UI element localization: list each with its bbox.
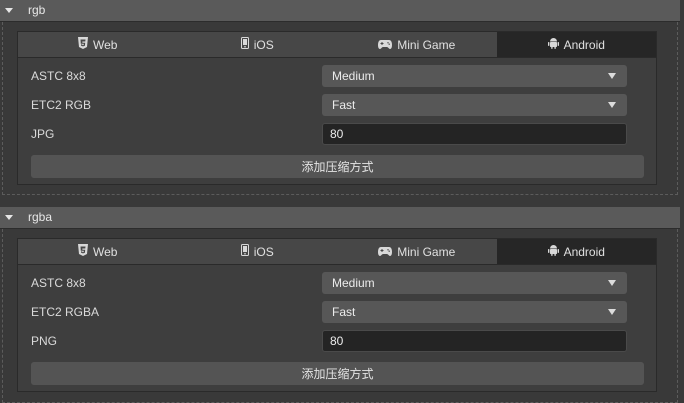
section-title: rgba — [28, 210, 53, 224]
astc-quality-select[interactable]: Medium — [322, 272, 627, 294]
tab-label: iOS — [253, 244, 274, 259]
tab-ios[interactable]: iOS — [178, 239, 338, 264]
setting-label: ETC2 RGBA — [31, 305, 100, 319]
add-compression-button[interactable]: 添加压缩方式 — [31, 155, 644, 178]
setting-label: ASTC 8x8 — [31, 69, 86, 83]
platform-tabs: Web iOS Mini Game Android — [18, 239, 656, 265]
tab-label: Web — [93, 244, 118, 259]
setting-label: ETC2 RGB — [31, 98, 92, 112]
tab-label: Android — [563, 244, 605, 259]
collapse-caret-icon[interactable] — [5, 215, 13, 220]
tab-web[interactable]: Web — [18, 239, 178, 264]
setting-row-etc2: ETC2 RGBA Fast — [18, 300, 656, 324]
etc2-quality-select[interactable]: Fast — [322, 94, 627, 116]
tab-mini-game[interactable]: Mini Game — [337, 32, 497, 57]
setting-row-png: PNG — [18, 329, 656, 353]
setting-row-jpg: JPG — [18, 122, 656, 146]
setting-label: ASTC 8x8 — [31, 276, 86, 290]
setting-label: PNG — [31, 334, 58, 348]
html5-icon — [78, 244, 89, 259]
select-value: Medium — [332, 69, 375, 83]
dropdown-arrow-icon — [608, 280, 616, 286]
section-header-rgb[interactable]: rgb — [0, 0, 680, 22]
tab-android[interactable]: Android — [496, 239, 656, 264]
section-header-rgba[interactable]: rgba — [0, 207, 680, 229]
tab-web[interactable]: Web — [18, 32, 178, 57]
setting-row-etc2: ETC2 RGB Fast — [18, 93, 656, 117]
dropdown-arrow-icon — [608, 102, 616, 108]
dropdown-arrow-icon — [608, 73, 616, 79]
tab-label: Web — [93, 37, 118, 52]
setting-label: JPG — [31, 127, 55, 141]
phone-icon — [240, 37, 249, 52]
tab-label: iOS — [253, 37, 274, 52]
tab-label: Mini Game — [397, 37, 456, 52]
tab-ios[interactable]: iOS — [178, 32, 338, 57]
dropdown-arrow-icon — [608, 309, 616, 315]
collapse-caret-icon[interactable] — [5, 8, 13, 13]
html5-icon — [78, 37, 89, 52]
tab-label: Mini Game — [397, 244, 456, 259]
phone-icon — [240, 244, 249, 259]
setting-row-astc: ASTC 8x8 Medium — [18, 271, 656, 295]
android-icon — [547, 244, 559, 259]
tab-label: Android — [563, 37, 605, 52]
select-value: Fast — [332, 305, 356, 319]
etc2-quality-select[interactable]: Fast — [322, 301, 627, 323]
platform-tabs: Web iOS Mini Game Android — [18, 32, 656, 58]
add-compression-button[interactable]: 添加压缩方式 — [31, 362, 644, 385]
select-value: Fast — [332, 98, 356, 112]
select-value: Medium — [332, 276, 375, 290]
gamepad-icon — [378, 245, 393, 259]
section-title: rgb — [28, 3, 46, 17]
setting-row-astc: ASTC 8x8 Medium — [18, 64, 656, 88]
android-icon — [547, 37, 559, 52]
tab-mini-game[interactable]: Mini Game — [337, 239, 497, 264]
png-quality-input[interactable] — [322, 330, 627, 352]
astc-quality-select[interactable]: Medium — [322, 65, 627, 87]
compression-panel-rgb: Web iOS Mini Game Android ASTC 8x8 Mediu… — [17, 31, 657, 185]
tab-android[interactable]: Android — [496, 32, 656, 57]
gamepad-icon — [378, 38, 393, 52]
jpg-quality-input[interactable] — [322, 123, 627, 145]
compression-panel-rgba: Web iOS Mini Game Android ASTC 8x8 Mediu… — [17, 238, 657, 392]
